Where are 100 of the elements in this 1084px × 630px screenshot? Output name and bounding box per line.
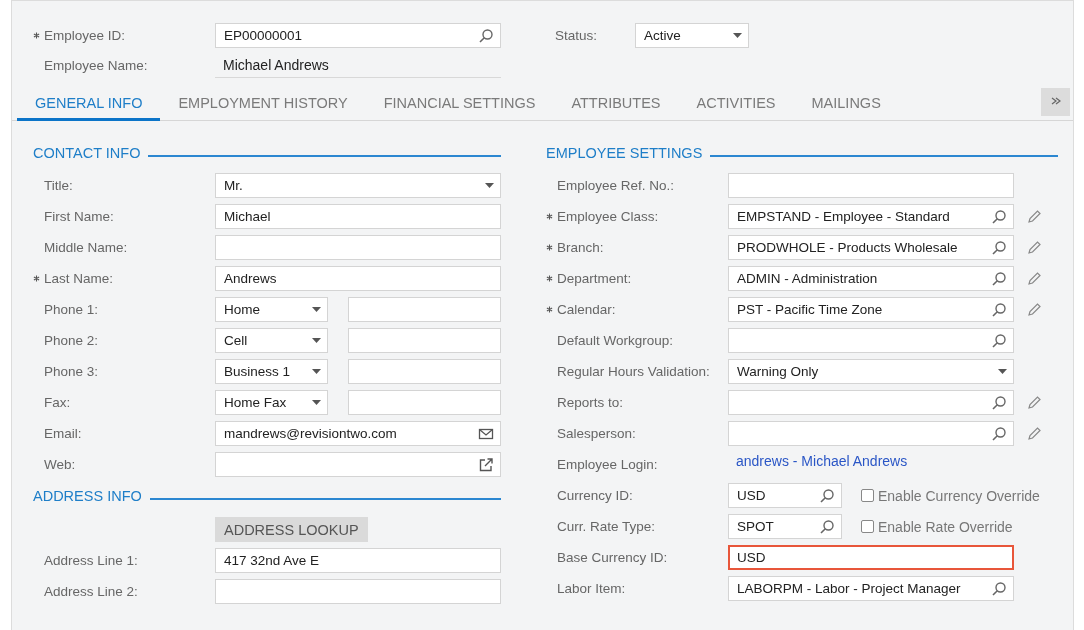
- lookup-field[interactable]: PST - Pacific Time Zone: [728, 297, 1014, 322]
- text-field[interactable]: [215, 235, 501, 260]
- field-label: Labor Item:: [557, 581, 626, 596]
- field-label: Employee Ref. No.:: [557, 178, 675, 193]
- lookup-field[interactable]: PRODWHOLE - Products Wholesale: [728, 235, 1014, 260]
- address-lookup-button[interactable]: ADDRESS LOOKUP: [215, 517, 368, 542]
- tab[interactable]: MAILINGS: [793, 87, 899, 121]
- field-label: Middle Name:: [44, 240, 128, 255]
- lookup-field[interactable]: EP00000001: [215, 23, 501, 48]
- text-field[interactable]: Andrews: [215, 266, 501, 291]
- tab[interactable]: ACTIVITIES: [678, 87, 794, 121]
- dropdown[interactable]: Mr.: [215, 173, 501, 198]
- lookup-field[interactable]: SPOT: [728, 514, 842, 539]
- field-label: Salesperson:: [557, 426, 636, 441]
- pencil-icon[interactable]: [1026, 301, 1042, 318]
- tab[interactable]: FINANCIAL SETTINGS: [365, 87, 554, 121]
- search-icon[interactable]: [991, 208, 1007, 225]
- text-field[interactable]: [215, 579, 501, 604]
- dropdown[interactable]: Home Fax: [215, 390, 328, 415]
- field-label: Employee Class:: [557, 209, 659, 224]
- lookup-field[interactable]: EMPSTAND - Employee - Standard: [728, 204, 1014, 229]
- tab[interactable]: GENERAL INFO: [17, 87, 161, 121]
- field-label: Regular Hours Validation:: [557, 364, 710, 379]
- lookup-field[interactable]: ADMIN - Administration: [728, 266, 1014, 291]
- lookup-field[interactable]: [728, 421, 1014, 446]
- more-tabs-button[interactable]: [1041, 88, 1070, 116]
- caret-icon: [998, 369, 1007, 374]
- lookup-field[interactable]: [728, 328, 1014, 353]
- text-field[interactable]: Michael: [215, 204, 501, 229]
- search-icon[interactable]: [991, 270, 1007, 287]
- caret-icon: [485, 183, 494, 188]
- field-label: Status:: [555, 28, 599, 43]
- field-label: Employee ID:: [44, 28, 126, 43]
- search-icon[interactable]: [991, 239, 1007, 256]
- field-label: Branch:: [557, 240, 604, 255]
- search-icon[interactable]: [819, 487, 835, 504]
- dropdown[interactable]: Warning Only: [728, 359, 1014, 384]
- field-label: Address Line 1:: [44, 553, 138, 568]
- search-icon[interactable]: [991, 425, 1007, 442]
- pencil-icon[interactable]: [1026, 239, 1042, 256]
- field-label: Last Name:: [44, 271, 114, 286]
- checkbox[interactable]: [861, 489, 874, 502]
- tab[interactable]: EMPLOYMENT HISTORY: [160, 87, 366, 121]
- section-title: ADDRESS INFO: [33, 488, 142, 504]
- field-label: Base Currency ID:: [557, 550, 668, 565]
- pencil-icon[interactable]: [1026, 394, 1042, 411]
- email-field[interactable]: mandrews@revisiontwo.com: [215, 421, 501, 446]
- caret-icon: [312, 400, 321, 405]
- search-icon[interactable]: [991, 580, 1007, 597]
- dropdown[interactable]: Cell: [215, 328, 328, 353]
- field-label: Department:: [557, 271, 632, 286]
- text-field[interactable]: [348, 297, 501, 322]
- pencil-icon[interactable]: [1026, 425, 1042, 442]
- text-field[interactable]: [348, 359, 501, 384]
- search-icon[interactable]: [991, 332, 1007, 349]
- field-label: Web:: [44, 457, 76, 472]
- field-label: Employee Name:: [44, 58, 148, 73]
- field-label: Calendar:: [557, 302, 616, 317]
- checkbox-label: Enable Currency Override: [878, 487, 1040, 504]
- text-field[interactable]: 417 32nd Ave E: [215, 548, 501, 573]
- search-icon[interactable]: [991, 394, 1007, 411]
- caret-icon: [312, 307, 321, 312]
- lookup-field[interactable]: USD: [728, 483, 842, 508]
- employee-name-text: Michael Andrews: [215, 53, 501, 78]
- search-icon[interactable]: [478, 27, 494, 44]
- field-label: Reports to:: [557, 395, 624, 410]
- field-label: Title:: [44, 178, 73, 193]
- caret-icon: [312, 369, 321, 374]
- field-label: Currency ID:: [557, 488, 633, 503]
- search-icon[interactable]: [819, 518, 835, 535]
- pencil-icon[interactable]: [1026, 208, 1042, 225]
- checkbox-label: Enable Rate Override: [878, 518, 1013, 535]
- text-field[interactable]: [728, 173, 1014, 198]
- section-title: EMPLOYEE SETTINGS: [546, 145, 703, 161]
- checkbox[interactable]: [861, 520, 874, 533]
- field-label: Default Workgroup:: [557, 333, 674, 348]
- field-label: Fax:: [44, 395, 71, 410]
- field-label: First Name:: [44, 209, 114, 224]
- external-link-icon[interactable]: [478, 456, 494, 473]
- field-label: Phone 1:: [44, 302, 99, 317]
- lookup-field[interactable]: LABORPM - Labor - Project Manager: [728, 576, 1014, 601]
- dropdown[interactable]: Home: [215, 297, 328, 322]
- pencil-icon[interactable]: [1026, 270, 1042, 287]
- field-label: Address Line 2:: [44, 584, 138, 599]
- field-label: Phone 3:: [44, 364, 99, 379]
- dropdown[interactable]: Active: [635, 23, 749, 48]
- field-label: Curr. Rate Type:: [557, 519, 656, 534]
- web-field[interactable]: [215, 452, 501, 477]
- field-label: Employee Login:: [557, 457, 658, 472]
- tab[interactable]: ATTRIBUTES: [553, 87, 679, 121]
- lookup-field[interactable]: [728, 390, 1014, 415]
- caret-icon: [733, 33, 742, 38]
- dropdown[interactable]: Business 1: [215, 359, 328, 384]
- text-field[interactable]: USD: [728, 545, 1014, 570]
- text-field[interactable]: [348, 328, 501, 353]
- employee-login-link[interactable]: andrews - Michael Andrews: [736, 452, 908, 469]
- caret-icon: [312, 338, 321, 343]
- text-field[interactable]: [348, 390, 501, 415]
- search-icon[interactable]: [991, 301, 1007, 318]
- field-label: Email:: [44, 426, 82, 441]
